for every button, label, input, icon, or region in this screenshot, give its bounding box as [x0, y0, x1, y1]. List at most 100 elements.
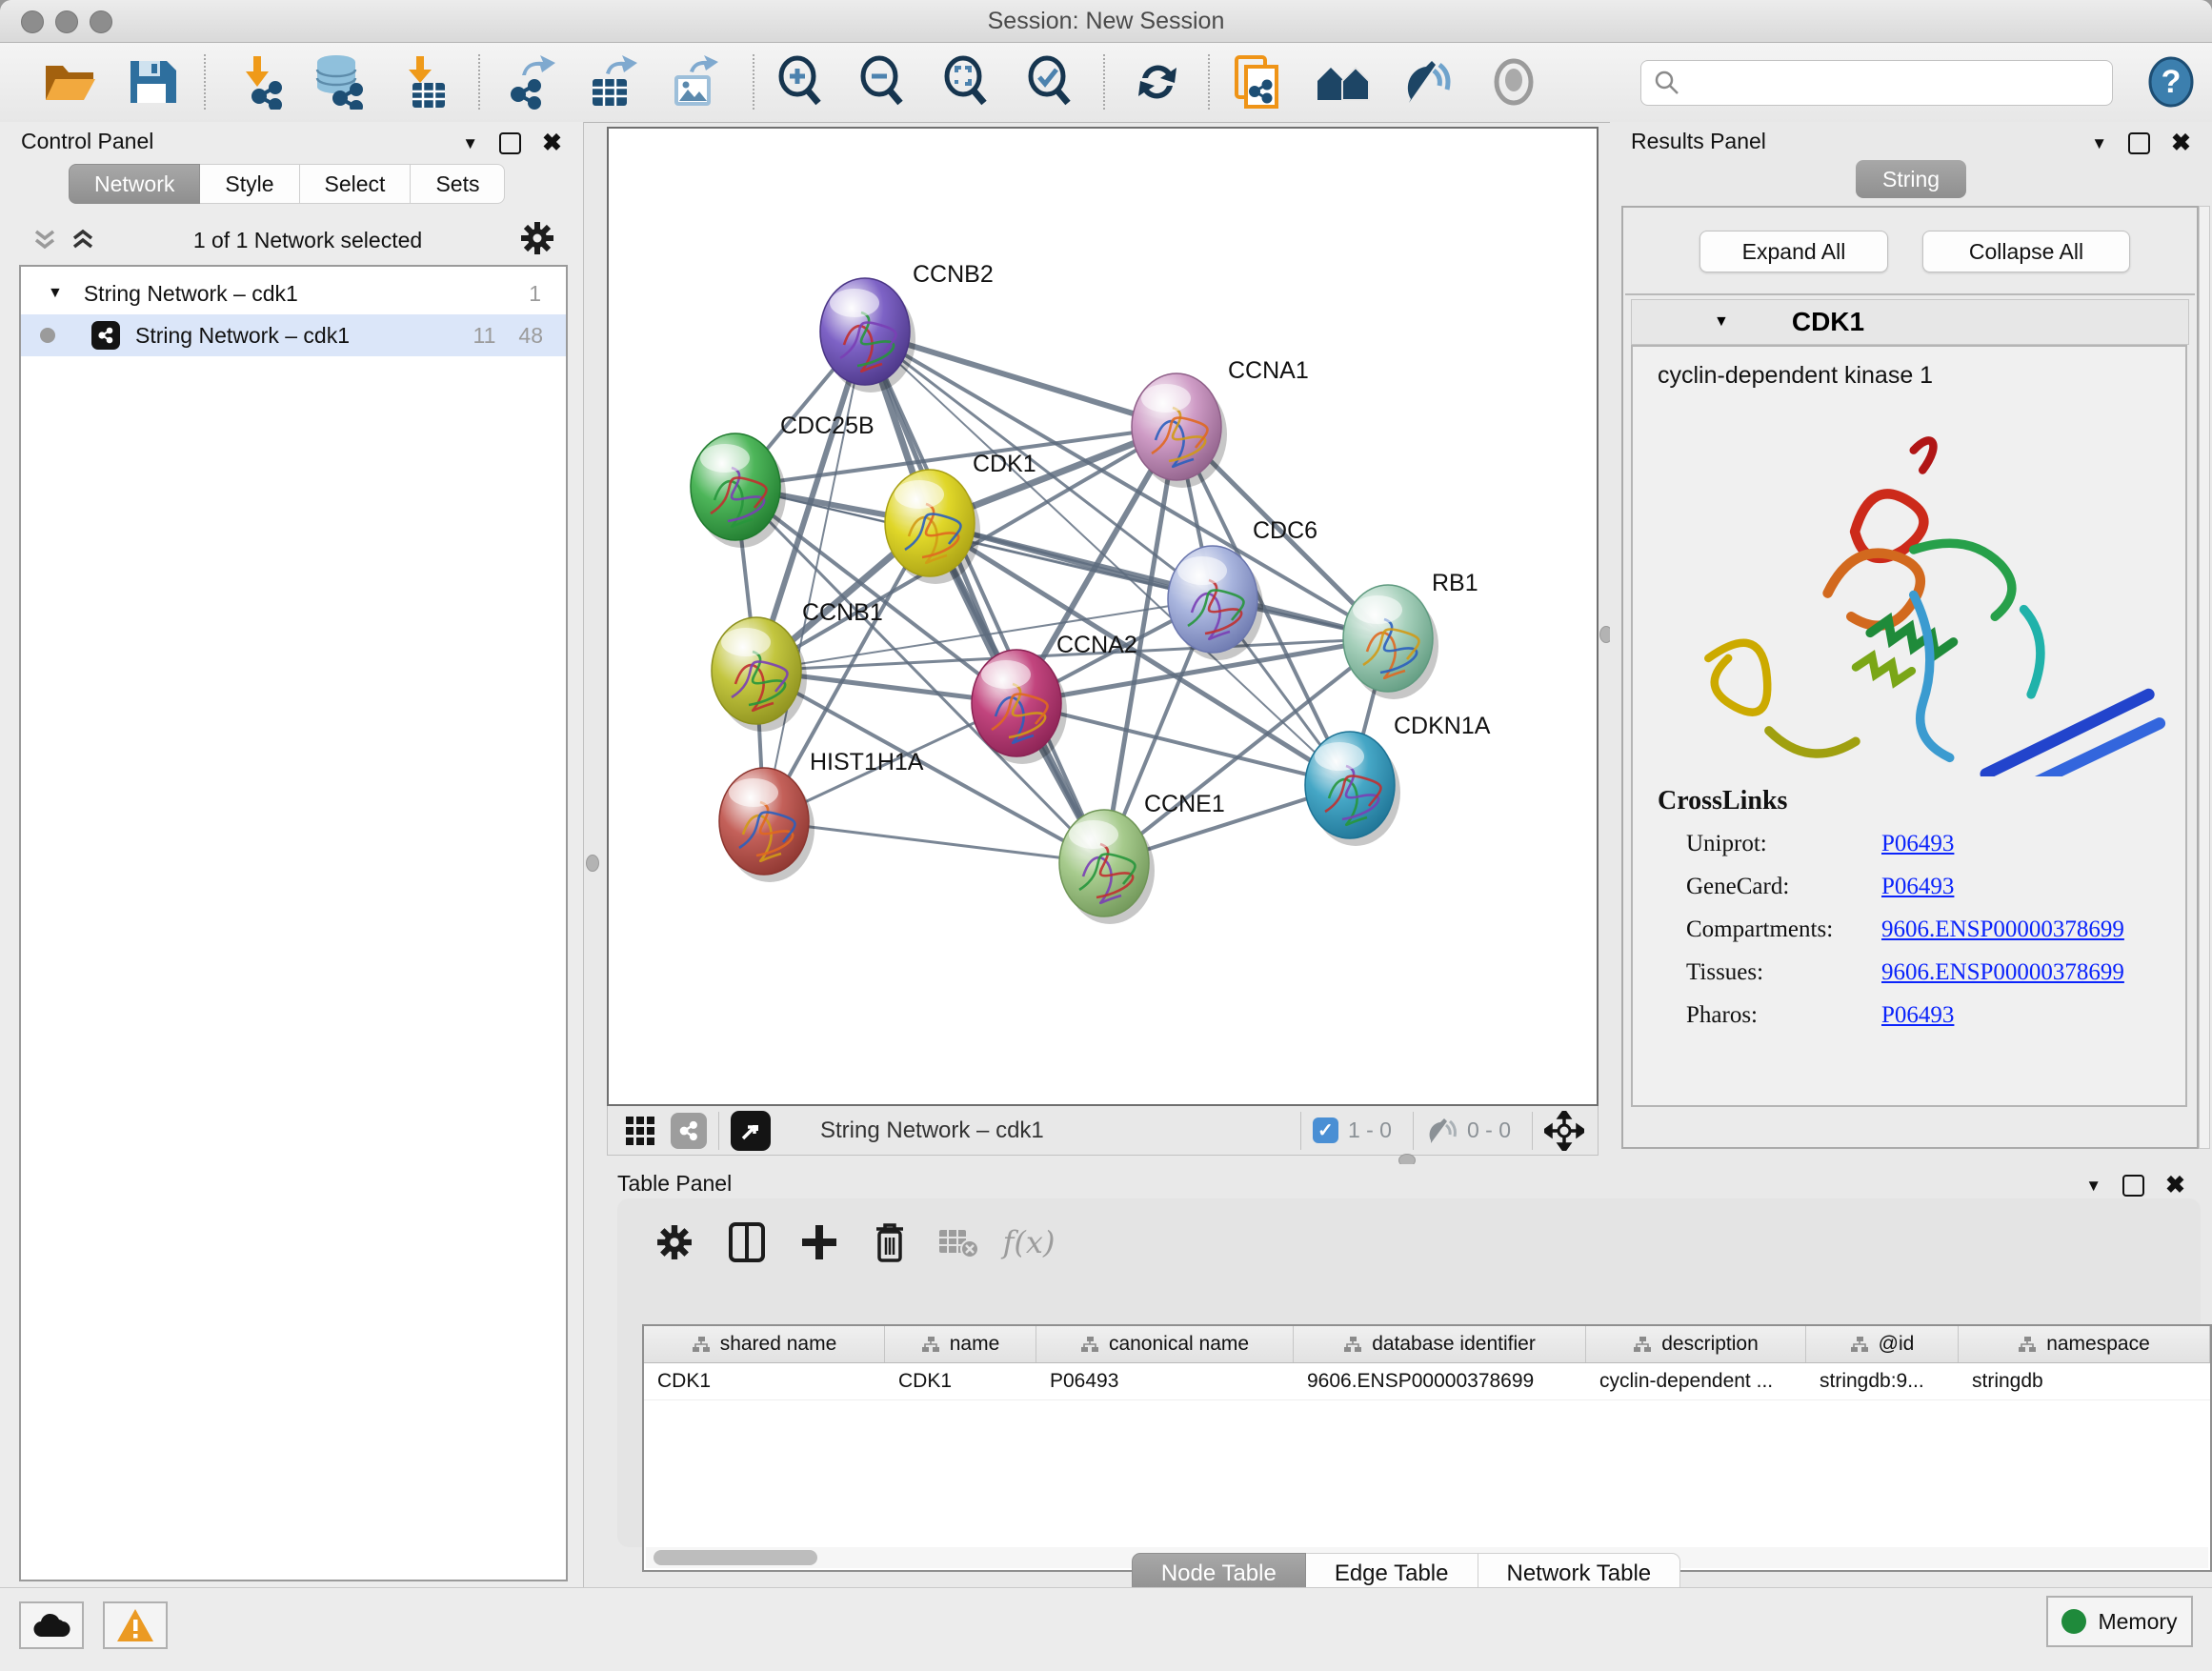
function-builder-icon[interactable]: f(x) [1002, 1216, 1056, 1269]
crosslink-link[interactable]: 9606.ENSP00000378699 [1881, 959, 2124, 986]
birdseye-view-icon[interactable] [1544, 1111, 1584, 1151]
results-panel-maximize-button[interactable] [2128, 132, 2150, 154]
table-cell[interactable]: stringdb [1959, 1363, 2210, 1399]
clone-network-button[interactable] [1227, 50, 1290, 113]
column-header-shared-name[interactable]: shared name [644, 1326, 885, 1362]
crosslink-link[interactable]: P06493 [1881, 874, 1954, 900]
node-result-expand-icon[interactable]: ▼ [1714, 313, 1729, 331]
table-panel-float-button[interactable]: ▼ [2085, 1178, 2101, 1194]
network-options-gear-icon[interactable] [520, 221, 554, 260]
network-collection-row[interactable]: ▼ String Network – cdk1 1 [21, 272, 566, 314]
control-panel-maximize-button[interactable] [499, 132, 521, 154]
table-row[interactable]: CDK1CDK1P064939606.ENSP00000378699cyclin… [644, 1363, 2210, 1400]
column-header-description[interactable]: description [1586, 1326, 1806, 1362]
network-edge[interactable] [764, 821, 1104, 863]
export-network-button[interactable] [499, 50, 562, 113]
open-session-button[interactable] [38, 50, 101, 113]
import-table-from-file-button[interactable] [391, 50, 453, 113]
crosslink-link[interactable]: P06493 [1881, 831, 1954, 857]
tab-string-results[interactable]: String [1856, 160, 1966, 198]
zoom-fit-button[interactable] [935, 50, 998, 113]
table-cell[interactable]: CDK1 [644, 1363, 885, 1399]
import-network-from-file-button[interactable] [227, 50, 290, 113]
table-options-gear-icon[interactable] [648, 1216, 701, 1269]
delete-table-icon[interactable] [932, 1216, 985, 1269]
search-input[interactable] [1689, 70, 2112, 96]
zoom-selected-button[interactable] [1019, 50, 1082, 113]
collapse-all-networks-icon[interactable] [32, 229, 57, 252]
control-panel-close-button[interactable]: ✖ [542, 131, 562, 155]
node-result-content: cyclin-dependent kinase 1 [1631, 345, 2187, 1107]
crosslink-label: Uniprot: [1686, 831, 1881, 857]
export-table-button[interactable] [581, 50, 644, 113]
table-cell[interactable]: P06493 [1036, 1363, 1294, 1399]
export-image-button[interactable] [663, 50, 726, 113]
save-session-button[interactable] [120, 50, 183, 113]
control-panel-float-button[interactable]: ▼ [462, 135, 478, 151]
eye-slash-icon [1401, 57, 1455, 107]
collection-expand-icon[interactable]: ▼ [48, 285, 63, 302]
tab-select[interactable]: Select [300, 164, 412, 204]
hide-unhide-button[interactable] [1397, 50, 1459, 113]
column-header--id[interactable]: @id [1806, 1326, 1959, 1362]
column-header-name[interactable]: name [885, 1326, 1036, 1362]
toolbar-separator [478, 54, 480, 110]
table-panel-maximize-button[interactable] [2122, 1175, 2144, 1197]
table-cell[interactable]: 9606.ENSP00000378699 [1294, 1363, 1586, 1399]
status-bar: Memory [0, 1587, 2212, 1671]
network-node-CDC25B[interactable]: CDC25B [691, 413, 875, 548]
collapse-all-button[interactable]: Collapse All [1922, 231, 2130, 272]
results-scrollbar[interactable] [2199, 206, 2210, 1149]
network-node-HIST1H1A[interactable]: HIST1H1A [719, 749, 924, 882]
search-box[interactable] [1640, 60, 2113, 106]
show-columns-icon[interactable] [720, 1216, 774, 1269]
warnings-button[interactable] [103, 1601, 168, 1649]
show-all-networks-button[interactable] [1313, 50, 1376, 113]
help-button[interactable]: ? [2140, 50, 2202, 113]
network-view-canvas[interactable]: CCNB2CCNA1CDC25BCDK1CDC6RB1CCNB1CCNA2CDK… [607, 127, 1599, 1106]
network-node-RB1[interactable]: RB1 [1343, 570, 1478, 699]
network-node-CDK1[interactable]: CDK1 [885, 451, 1036, 584]
network-row-selected[interactable]: String Network – cdk1 11 48 [21, 314, 566, 356]
node-result-header[interactable]: ▼ CDK1 [1631, 299, 2189, 345]
table-cell[interactable]: cyclin-dependent ... [1586, 1363, 1806, 1399]
zoom-out-button[interactable] [852, 50, 915, 113]
network-node-CCNB2[interactable]: CCNB2 [820, 261, 994, 393]
network-edge[interactable] [865, 332, 1104, 863]
network-node-CCNE1[interactable]: CCNE1 [1059, 791, 1225, 924]
tab-style[interactable]: Style [200, 164, 299, 204]
open-in-browser-button[interactable] [731, 1111, 771, 1151]
tab-sets[interactable]: Sets [411, 164, 505, 204]
string-style-badge[interactable] [671, 1113, 707, 1149]
network-node-CDC6[interactable]: CDC6 [1168, 517, 1317, 660]
crosslink-link[interactable]: P06493 [1881, 1002, 1954, 1029]
memory-button[interactable]: Memory [2046, 1596, 2193, 1647]
crosslink-link[interactable]: 9606.ENSP00000378699 [1881, 916, 2124, 943]
tab-network[interactable]: Network [69, 164, 200, 204]
column-header-namespace[interactable]: namespace [1959, 1326, 2210, 1362]
hidden-eye-icon[interactable] [1425, 1117, 1458, 1144]
import-network-from-database-button[interactable] [307, 50, 370, 113]
table-cell[interactable]: stringdb:9... [1806, 1363, 1959, 1399]
left-splitter-handle[interactable] [586, 855, 599, 872]
cloud-status-button[interactable] [19, 1601, 84, 1649]
table-cell[interactable]: CDK1 [885, 1363, 1036, 1399]
results-panel-float-button[interactable]: ▼ [2091, 135, 2107, 151]
add-column-icon[interactable] [793, 1216, 846, 1269]
column-header-database-identifier[interactable]: database identifier [1294, 1326, 1586, 1362]
selected-nodes-checkbox[interactable]: ✓ [1313, 1117, 1338, 1143]
column-header-canonical-name[interactable]: canonical name [1036, 1326, 1294, 1362]
network-node-CDKN1A[interactable]: CDKN1A [1305, 713, 1491, 846]
crosslink-row: Pharos:P06493 [1633, 994, 2185, 1037]
apply-layout-button[interactable] [1126, 50, 1189, 113]
results-panel-close-button[interactable]: ✖ [2171, 131, 2191, 155]
inactive-eye-button[interactable] [1482, 50, 1545, 113]
save-icon [127, 57, 176, 107]
grid-view-icon[interactable] [625, 1116, 655, 1146]
table-panel-close-button[interactable]: ✖ [2165, 1174, 2185, 1198]
expand-all-button[interactable]: Expand All [1699, 231, 1888, 272]
delete-column-icon[interactable] [863, 1216, 916, 1269]
gray-eye-icon [1489, 57, 1538, 107]
expand-all-networks-icon[interactable] [70, 229, 95, 252]
zoom-in-button[interactable] [770, 50, 833, 113]
